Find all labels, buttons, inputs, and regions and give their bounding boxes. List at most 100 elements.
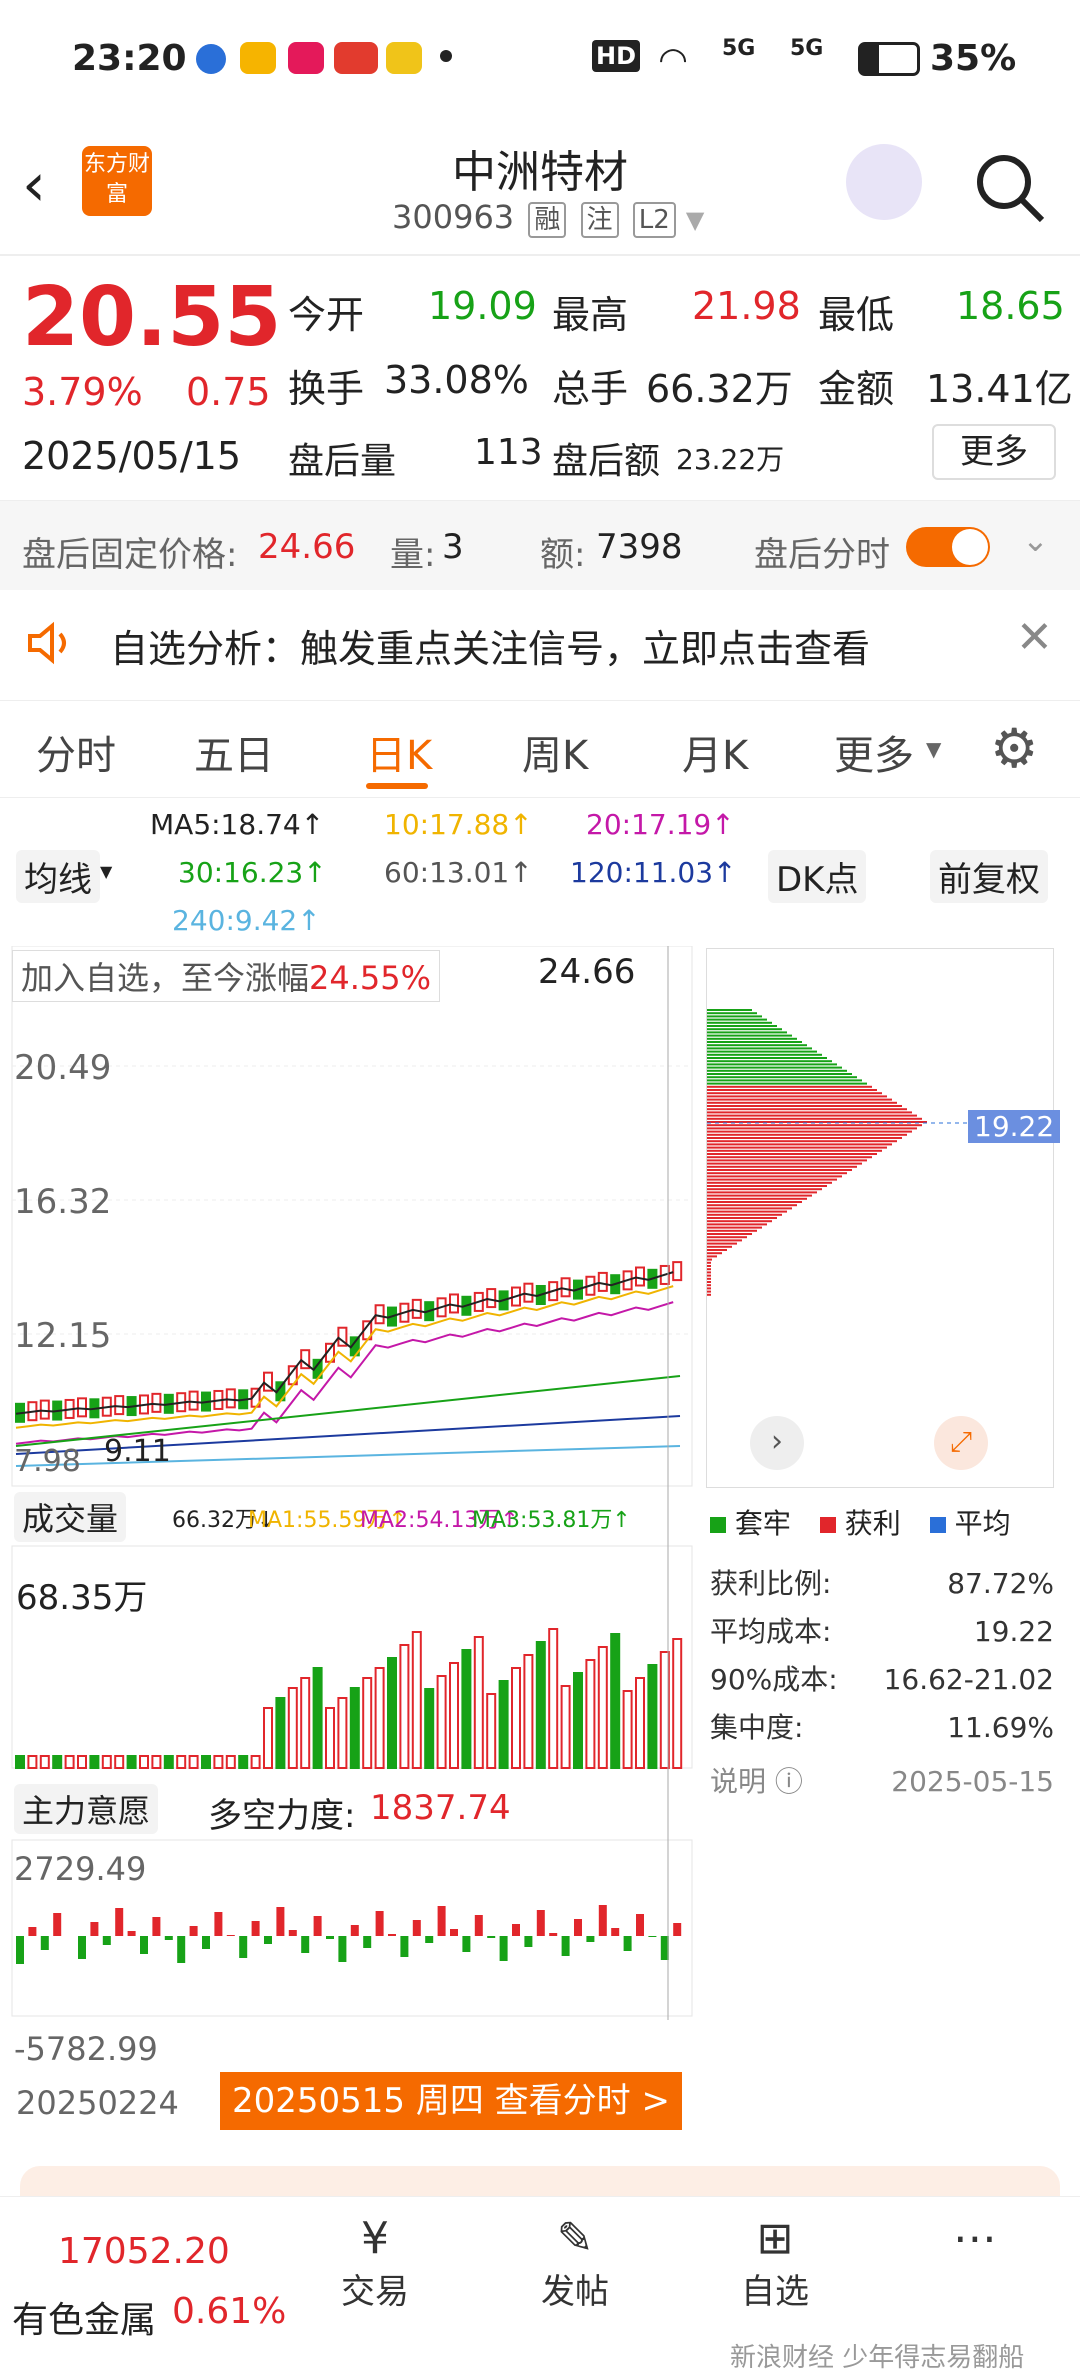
volume-bar — [176, 1755, 187, 1769]
close-icon[interactable]: ✕ — [1016, 612, 1053, 663]
tab-more[interactable]: 更多 — [834, 723, 914, 781]
watch-gain-badge[interactable]: 加入自选，至今涨幅24.55% — [12, 950, 441, 1002]
kline-chart[interactable]: 加入自选，至今涨幅24.55% 24.66 20.49 16.32 12.15 … — [0, 946, 700, 2070]
nav-trade[interactable]: ¥ 交易 — [330, 2197, 420, 2313]
tab-daily-k[interactable]: 日K — [366, 723, 432, 781]
dk-point-button[interactable]: DK点 — [768, 850, 867, 903]
chip-bar — [707, 1153, 877, 1155]
chip-bar — [707, 1287, 711, 1290]
chip-bar — [707, 1009, 752, 1011]
info-icon: ⓘ — [774, 1765, 803, 1798]
indicator-bar — [623, 1936, 632, 1951]
ma240-value: 240:9.42↑ — [172, 904, 321, 937]
tab-intraday[interactable]: 分时 — [36, 723, 116, 781]
more-button[interactable]: 更多 — [932, 424, 1056, 480]
volume-value: 66.32万 — [646, 367, 793, 411]
stock-code: 300963 — [392, 198, 515, 236]
chevron-down-icon: ▼ — [685, 206, 705, 234]
indicator-bar — [177, 1936, 186, 1963]
chip-bar — [707, 1044, 807, 1047]
candle — [114, 1395, 125, 1416]
indicator-bar — [152, 1917, 161, 1936]
volume-bar — [77, 1755, 87, 1769]
active-tab-indicator — [366, 783, 428, 789]
chip-bar — [707, 1165, 857, 1168]
indicator-bar — [487, 1936, 496, 1938]
clock: 23:20 — [72, 38, 187, 79]
chip-bar — [707, 1108, 907, 1111]
after-hours-toggle[interactable] — [906, 527, 990, 567]
tab-weekly-k[interactable]: 周K — [522, 723, 588, 781]
indicator-selector[interactable]: 主力意愿 — [14, 1784, 159, 1834]
indicator-bar — [561, 1936, 570, 1956]
gear-icon[interactable]: ⚙ — [990, 717, 1038, 780]
chip-bar — [707, 1124, 922, 1127]
watch-gain-label: 加入自选，至今涨幅 — [21, 959, 310, 997]
tab-monthly-k[interactable]: 月K — [682, 723, 748, 781]
high-label: 最高 — [552, 293, 629, 337]
chip-bar — [707, 1149, 882, 1152]
ma10-value: 10:17.88↑ — [384, 808, 533, 841]
chip-bar — [707, 1159, 867, 1162]
chip-bar — [707, 1047, 812, 1050]
chip-bar — [707, 1236, 747, 1239]
wifi-icon: ◠ — [660, 40, 687, 80]
signal-notice[interactable]: 自选分析：触发重点关注信号，立即点击查看 ✕ — [0, 600, 1080, 688]
after-hours-bar: 盘后固定价格: 24.66 量: 3 额: 7398 盘后分时 ⌄ — [0, 500, 1080, 590]
stat-key: 平均成本: — [710, 1615, 832, 1648]
open-value: 19.09 — [428, 284, 537, 328]
vma3-value: MA3:53.81万↑ — [472, 1508, 631, 1533]
volume-bar — [52, 1755, 63, 1769]
volume-bar — [573, 1672, 583, 1769]
chip-bar — [707, 1105, 902, 1107]
view-intraday-button[interactable]: 20250515 周四 查看分时 > — [220, 2072, 682, 2130]
chip-bar — [707, 1069, 847, 1072]
tab-five-day[interactable]: 五日 — [194, 723, 274, 781]
chip-bar — [707, 1265, 711, 1267]
chip-bar — [707, 1143, 892, 1146]
fixed-qty-value: 3 — [442, 527, 464, 567]
nav-watchlist[interactable]: ⊞ 自选 — [730, 2197, 820, 2313]
indicator-bar — [400, 1936, 409, 1957]
last-price: 20.55 — [22, 270, 282, 365]
watermark: 新浪财经 少年得志易翻船 — [730, 2343, 1025, 2373]
volume-bar — [461, 1649, 472, 1769]
ma30-value: 30:16.23↑ — [178, 856, 327, 889]
expand-icon[interactable]: ⤢ — [934, 1416, 988, 1470]
chip-bar — [707, 1015, 762, 1018]
note-row[interactable]: 说明 ⓘ 2025-05-15 — [710, 1758, 1054, 1806]
ma-selector[interactable]: 均线 — [16, 850, 100, 903]
volume-bar — [374, 1667, 385, 1769]
legend-trapped: 套牢 — [734, 1507, 791, 1540]
fixed-price-value: 24.66 — [258, 527, 356, 567]
indicator-bar — [474, 1915, 483, 1936]
chip-bar — [707, 1293, 711, 1296]
volume-bar — [349, 1687, 360, 1769]
legend-swatch-trapped — [710, 1517, 726, 1533]
candle — [188, 1390, 199, 1411]
stock-code-row[interactable]: 300963 融 注 L2 ▼ — [392, 198, 704, 238]
indicator-name: 多空力度: — [208, 1796, 356, 1836]
indicator-bar — [164, 1936, 173, 1940]
chevron-right-icon[interactable]: › — [750, 1416, 804, 1470]
nav-post-label: 发帖 — [541, 2272, 609, 2312]
nav-post[interactable]: ✎ 发帖 — [530, 2197, 620, 2313]
index-name[interactable]: 有色金属 — [12, 2291, 156, 2343]
volume-selector[interactable]: 成交量 — [14, 1492, 127, 1542]
indicator-bar — [388, 1934, 396, 1936]
indicator-max: 2729.49 — [14, 1850, 147, 1888]
volume-bar — [610, 1633, 621, 1769]
indicator-bar — [574, 1919, 582, 1936]
ma-legend: MA5:18.74↑ 10:17.88↑ 20:17.19↑ 均线 ▼ 30:1… — [0, 800, 1080, 948]
nav-more[interactable]: ⋯ — [930, 2197, 1020, 2264]
adjust-button[interactable]: 前复权 — [930, 850, 1048, 903]
chevron-down-icon[interactable]: ⌄ — [1022, 521, 1049, 559]
search-icon[interactable] — [972, 150, 1048, 226]
legend-profit: 获利 — [844, 1507, 901, 1540]
volume-bar — [560, 1685, 571, 1769]
chip-bar — [707, 1169, 852, 1171]
chip-bar — [707, 1271, 711, 1274]
robot-assistant-icon[interactable] — [846, 144, 922, 220]
volume-max-label: 68.35万 — [16, 1570, 148, 1619]
indicator-bar — [288, 1930, 297, 1936]
